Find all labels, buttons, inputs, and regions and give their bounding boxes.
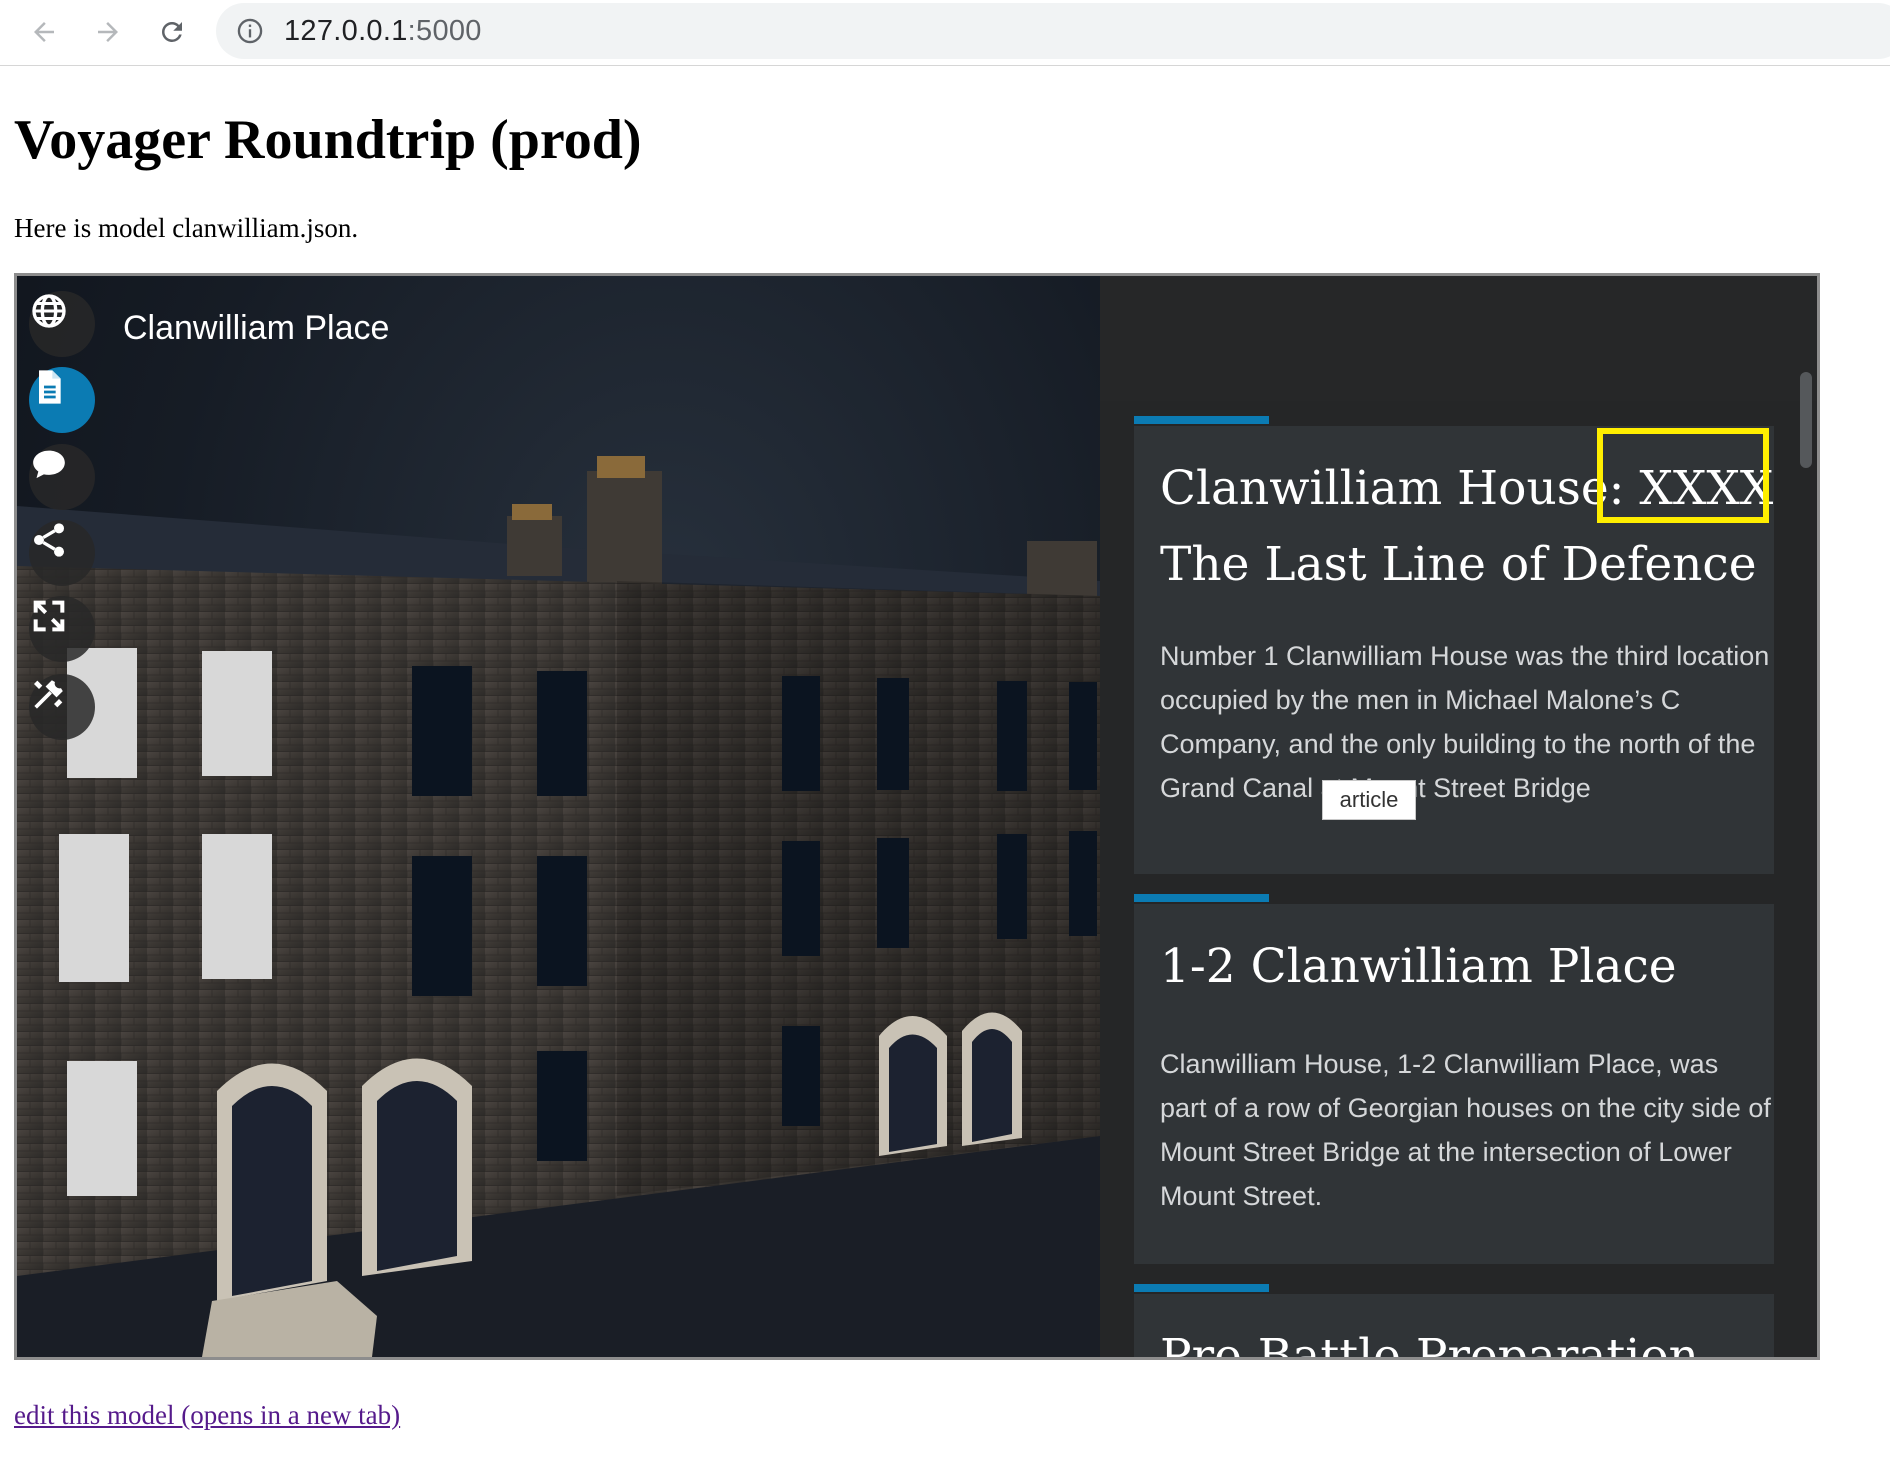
fullscreen-button[interactable]: [29, 596, 95, 662]
article-title: Pre-Battle Preparation: [1160, 1329, 1699, 1357]
intro-text: Here is model clanwilliam.json.: [14, 213, 359, 243]
tooltip: article: [1322, 780, 1416, 820]
panel-scrollbar[interactable]: [1800, 372, 1812, 468]
info-icon[interactable]: [236, 17, 264, 45]
tools-icon: [34, 680, 63, 709]
reload-button[interactable]: [148, 8, 196, 56]
articles-button[interactable]: [29, 367, 95, 433]
panel-header: [1100, 276, 1817, 401]
expand-icon: [33, 600, 65, 632]
browser-toolbar: 127.0.0.1:5000: [0, 0, 1890, 66]
forward-button[interactable]: [84, 8, 132, 56]
article-card[interactable]: Pre-Battle Preparation: [1134, 1284, 1774, 1357]
annotations-button[interactable]: [29, 444, 95, 510]
article-title: 1-2 Clanwilliam Place: [1160, 939, 1677, 994]
back-arrow-icon: [34, 22, 54, 42]
article-card[interactable]: 1-2 Clanwilliam Place Clanwilliam House,…: [1134, 894, 1774, 1264]
tools-button[interactable]: [29, 674, 95, 740]
voyager-viewer[interactable]: Clanwilliam Place Clanwilliam House: XXX…: [14, 273, 1820, 1360]
back-button[interactable]: [20, 8, 68, 56]
url-text: 127.0.0.1:5000: [284, 15, 482, 47]
share-button[interactable]: [29, 520, 95, 586]
edit-model-link[interactable]: edit this model (opens in a new tab): [14, 1399, 400, 1431]
page-title: Voyager Roundtrip (prod): [14, 109, 642, 171]
scene-title: Clanwilliam Place: [123, 309, 390, 347]
share-icon: [34, 523, 64, 557]
card-accent-bar: [1134, 894, 1269, 902]
highlight-box: [1597, 428, 1769, 523]
card-accent-bar: [1134, 416, 1269, 424]
address-bar[interactable]: 127.0.0.1:5000: [216, 3, 1890, 59]
reload-icon: [162, 22, 182, 42]
3d-scene[interactable]: Clanwilliam Place: [17, 276, 1100, 1357]
document-icon: [39, 370, 61, 404]
globe-button[interactable]: [29, 291, 95, 357]
globe-icon: [32, 294, 66, 328]
article-body: Number 1 Clanwilliam House was the third…: [1160, 641, 1770, 803]
forward-arrow-icon: [98, 22, 118, 42]
building-render: [17, 456, 1100, 1357]
article-body: Clanwilliam House, 1-2 Clanwilliam Place…: [1160, 1049, 1771, 1211]
comment-icon: [33, 450, 65, 479]
article-list[interactable]: Clanwilliam House: XXXX The Last Line of …: [1100, 401, 1817, 1357]
card-accent-bar: [1134, 1284, 1269, 1292]
